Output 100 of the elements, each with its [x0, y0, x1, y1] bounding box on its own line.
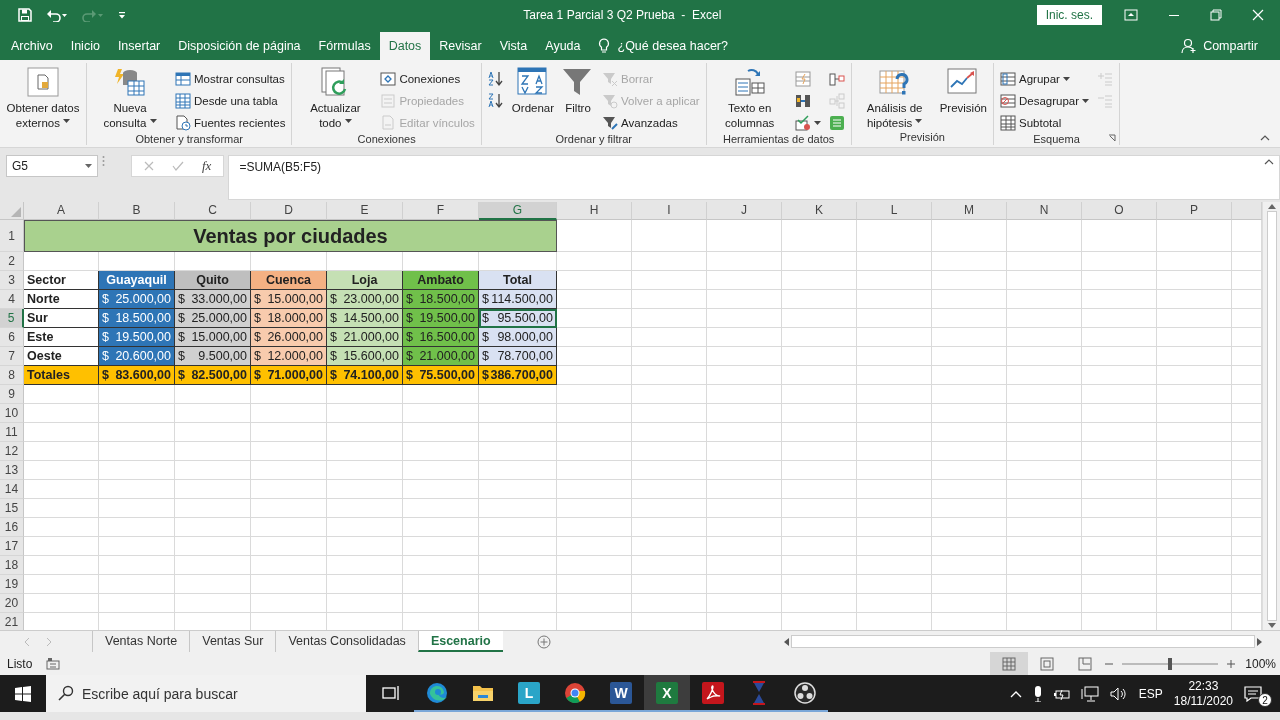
sheet-tab[interactable]: Escenario [417, 631, 503, 652]
sheet-cell[interactable] [327, 404, 403, 423]
sign-in-button[interactable]: Inic. ses. [1036, 5, 1102, 25]
sheet-cell[interactable] [251, 575, 327, 594]
sheet-cell[interactable] [1157, 385, 1232, 404]
sheet-cell[interactable] [1157, 518, 1232, 537]
pdf-icon[interactable] [702, 681, 724, 704]
sheet-cell[interactable] [1082, 480, 1157, 499]
sheet-cell[interactable] [175, 499, 251, 518]
sheet-cell[interactable] [632, 366, 707, 385]
sheet-cell[interactable] [1007, 252, 1082, 271]
chevron-up-icon[interactable] [1009, 689, 1022, 698]
column-header[interactable]: M [932, 202, 1007, 220]
sheet-cell[interactable] [327, 480, 403, 499]
scroll-right-icon[interactable] [1257, 637, 1262, 646]
sheet-cell[interactable] [251, 518, 327, 537]
sheet-cell[interactable] [327, 461, 403, 480]
sheet-cell[interactable] [857, 594, 932, 613]
sheet-cell[interactable] [479, 442, 557, 461]
sheet-cell[interactable] [782, 347, 857, 366]
sheet-cell[interactable] [1007, 309, 1082, 328]
sheet-cell[interactable] [403, 404, 479, 423]
sheet-cell[interactable] [632, 347, 707, 366]
sheet-cell[interactable] [175, 594, 251, 613]
column-header[interactable]: H [557, 202, 632, 220]
sheet-cell[interactable] [1157, 499, 1232, 518]
sheet-cell[interactable] [857, 366, 932, 385]
sheet-cell[interactable] [479, 480, 557, 499]
column-header[interactable]: A [24, 202, 99, 220]
row-header[interactable]: 12 [0, 442, 24, 461]
caret-icon[interactable] [344, 119, 352, 123]
column-header[interactable]: J [707, 202, 782, 220]
sheet-cell[interactable] [479, 404, 557, 423]
ribbon-button[interactable]: Desde una tabla [173, 90, 288, 111]
row-header[interactable]: 7 [0, 347, 24, 366]
sheet-cell[interactable] [557, 290, 632, 309]
sheet-cell[interactable] [1007, 347, 1082, 366]
row-header[interactable]: 19 [0, 575, 24, 594]
sheet-cell[interactable] [932, 480, 1007, 499]
next-sheet-icon[interactable] [47, 637, 52, 646]
sheet-cell[interactable] [99, 575, 175, 594]
sheet-cell[interactable] [557, 518, 632, 537]
battery-icon[interactable] [1053, 687, 1070, 700]
row-header[interactable]: 13 [0, 461, 24, 480]
sheet-cell[interactable] [1157, 461, 1232, 480]
sheet-cell[interactable] [557, 575, 632, 594]
ribbon-tab[interactable]: Ayuda [536, 32, 590, 60]
row-header[interactable]: 9 [0, 385, 24, 404]
sheet-cell[interactable] [932, 442, 1007, 461]
sheet-cell[interactable] [632, 309, 707, 328]
sheet-cell[interactable] [932, 556, 1007, 575]
row-header[interactable]: 14 [0, 480, 24, 499]
sheet-cell[interactable] [1082, 347, 1157, 366]
ribbon-display-icon[interactable] [1124, 9, 1138, 21]
sheet-cell[interactable] [403, 480, 479, 499]
column-header[interactable]: C [175, 202, 251, 220]
sheet-cell[interactable] [932, 385, 1007, 404]
sheet-cell[interactable] [327, 423, 403, 442]
sheet-cell[interactable] [1007, 423, 1082, 442]
app-tile-icon[interactable]: W [610, 681, 632, 704]
sheet-cell[interactable] [1082, 461, 1157, 480]
ribbon-button[interactable]: Avanzadas [600, 112, 702, 133]
sheet-cell[interactable] [632, 423, 707, 442]
sheet-cell[interactable] [707, 385, 782, 404]
ribbon-tab[interactable]: Fórmulas [309, 32, 380, 60]
sheet-cell[interactable] [707, 556, 782, 575]
save-icon[interactable] [18, 8, 32, 22]
sheet-cell[interactable] [1007, 518, 1082, 537]
restore-icon[interactable] [1210, 9, 1222, 21]
sheet-cell[interactable] [557, 328, 632, 347]
share-button[interactable]: Compartir [1181, 32, 1280, 60]
sheet-cell[interactable] [857, 461, 932, 480]
folder-icon[interactable] [472, 683, 494, 702]
sheet-cell[interactable] [782, 480, 857, 499]
sheet-cell[interactable] [1007, 385, 1082, 404]
sheet-cell[interactable] [251, 423, 327, 442]
sheet-cell[interactable] [1007, 461, 1082, 480]
sheet-cell[interactable] [557, 385, 632, 404]
row-header[interactable]: 10 [0, 404, 24, 423]
sheet-cell[interactable] [707, 442, 782, 461]
sheet-cell[interactable] [403, 385, 479, 404]
sheet-cell[interactable] [707, 461, 782, 480]
sheet-cell[interactable] [632, 220, 707, 252]
sheet-cell[interactable] [403, 594, 479, 613]
sheet-cell[interactable] [1082, 385, 1157, 404]
sheet-cell[interactable] [403, 518, 479, 537]
sheet-cell[interactable] [251, 594, 327, 613]
column-header[interactable]: D [251, 202, 327, 220]
zoom-slider-thumb[interactable] [1168, 657, 1172, 670]
sheet-cell[interactable] [932, 366, 1007, 385]
sheet-cell[interactable] [251, 461, 327, 480]
sheet-cell[interactable] [24, 594, 99, 613]
sheet-cell[interactable] [932, 575, 1007, 594]
sheet-cell[interactable] [403, 575, 479, 594]
sheet-cell[interactable] [932, 404, 1007, 423]
ribbon-button[interactable]: Conexiones [378, 68, 477, 89]
sheet-cell[interactable] [1157, 423, 1232, 442]
sheet-cell[interactable] [24, 518, 99, 537]
sheet-cell[interactable] [707, 252, 782, 271]
column-header[interactable]: L [857, 202, 932, 220]
